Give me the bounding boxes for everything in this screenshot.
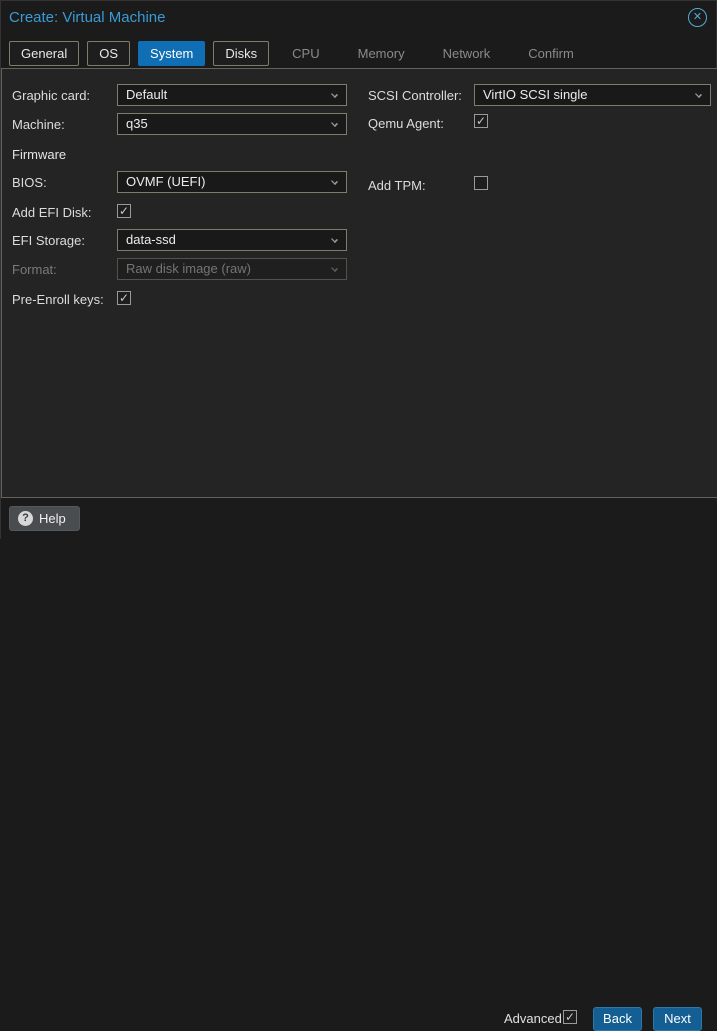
add-tpm-label: Add TPM:: [368, 178, 426, 193]
format-label: Format:: [12, 262, 57, 277]
form-panel: Graphic card: Default Machine: q35 Firmw…: [1, 68, 717, 498]
tab-confirm: Confirm: [513, 41, 589, 66]
graphic-card-select[interactable]: Default: [117, 84, 347, 106]
tab-cpu: CPU: [277, 41, 334, 66]
machine-label: Machine:: [12, 117, 65, 132]
next-button[interactable]: Next: [653, 1007, 702, 1031]
add-efi-disk-checkbox[interactable]: [117, 204, 131, 218]
graphic-card-value: Default: [126, 87, 167, 102]
create-vm-dialog: Create: Virtual Machine ✕ General OS Sys…: [0, 0, 717, 539]
help-button[interactable]: ? Help: [9, 506, 80, 531]
firmware-section-label: Firmware: [12, 147, 66, 162]
chevron-down-icon: [331, 91, 338, 98]
machine-select[interactable]: q35: [117, 113, 347, 135]
format-value: Raw disk image (raw): [126, 261, 251, 276]
tab-memory: Memory: [343, 41, 420, 66]
back-button[interactable]: Back: [593, 1007, 642, 1031]
add-efi-disk-label: Add EFI Disk:: [12, 205, 91, 220]
qemu-agent-label: Qemu Agent:: [368, 116, 444, 131]
qemu-agent-checkbox[interactable]: [474, 114, 488, 128]
graphic-card-label: Graphic card:: [12, 88, 90, 103]
chevron-down-icon: [331, 120, 338, 127]
help-button-label: Help: [39, 511, 66, 526]
pre-enroll-keys-checkbox[interactable]: [117, 291, 131, 305]
format-select: Raw disk image (raw): [117, 258, 347, 280]
help-icon: ?: [18, 511, 33, 526]
scsi-controller-select[interactable]: VirtIO SCSI single: [474, 84, 711, 106]
tab-network: Network: [428, 41, 506, 66]
pre-enroll-keys-label: Pre-Enroll keys:: [12, 292, 104, 307]
bios-select[interactable]: OVMF (UEFI): [117, 171, 347, 193]
machine-value: q35: [126, 116, 148, 131]
scsi-controller-value: VirtIO SCSI single: [483, 87, 588, 102]
dialog-title: Create: Virtual Machine: [9, 9, 165, 26]
chevron-down-icon: [331, 236, 338, 243]
advanced-label: Advanced: [504, 1011, 562, 1026]
chevron-down-icon: [331, 178, 338, 185]
advanced-checkbox[interactable]: [563, 1010, 577, 1024]
tab-os[interactable]: OS: [87, 41, 130, 66]
tab-disks[interactable]: Disks: [213, 41, 269, 66]
tab-general[interactable]: General: [9, 41, 79, 66]
dialog-footer: ? Help Advanced Back Next: [1, 498, 717, 540]
efi-storage-label: EFI Storage:: [12, 233, 85, 248]
add-tpm-checkbox[interactable]: [474, 176, 488, 190]
wizard-tabbar: General OS System Disks CPU Memory Netwo…: [9, 41, 597, 66]
efi-storage-select[interactable]: data-ssd: [117, 229, 347, 251]
bios-value: OVMF (UEFI): [126, 174, 205, 189]
chevron-down-icon: [695, 91, 702, 98]
chevron-down-icon: [331, 265, 338, 272]
scsi-controller-label: SCSI Controller:: [368, 88, 462, 103]
tab-system[interactable]: System: [138, 41, 205, 66]
bios-label: BIOS:: [12, 175, 47, 190]
efi-storage-value: data-ssd: [126, 232, 176, 247]
close-icon[interactable]: ✕: [688, 8, 707, 27]
